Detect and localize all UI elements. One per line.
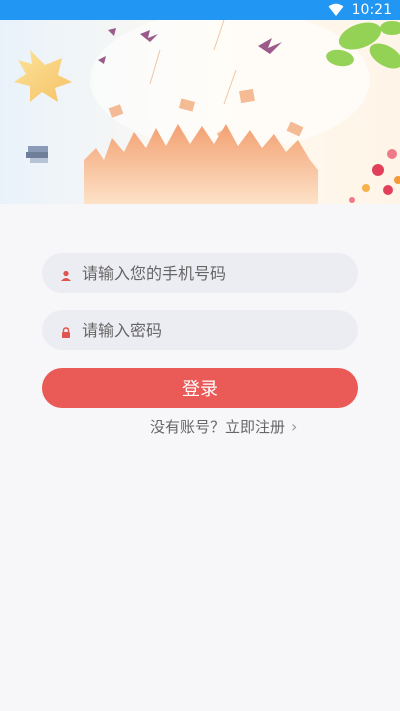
login-button[interactable]: 登录 xyxy=(42,368,358,408)
status-time: 10:21 xyxy=(351,2,392,18)
wifi-icon xyxy=(328,3,344,17)
books-illustration xyxy=(26,146,48,163)
flowers-illustration xyxy=(349,149,400,203)
status-bar: 10:21 xyxy=(0,0,400,20)
chevron-right-icon: › xyxy=(291,417,298,436)
password-input[interactable] xyxy=(80,319,324,341)
header-banner xyxy=(0,20,400,204)
register-link-label: 没有账号？立即注册 xyxy=(150,418,286,436)
phone-input[interactable] xyxy=(80,262,324,284)
password-field[interactable] xyxy=(42,310,358,350)
phone-field[interactable] xyxy=(42,253,358,293)
user-icon xyxy=(60,267,72,281)
lock-icon xyxy=(60,324,72,338)
register-link[interactable]: 没有账号？立即注册 › xyxy=(150,416,297,437)
maple-leaf-illustration xyxy=(14,50,72,102)
